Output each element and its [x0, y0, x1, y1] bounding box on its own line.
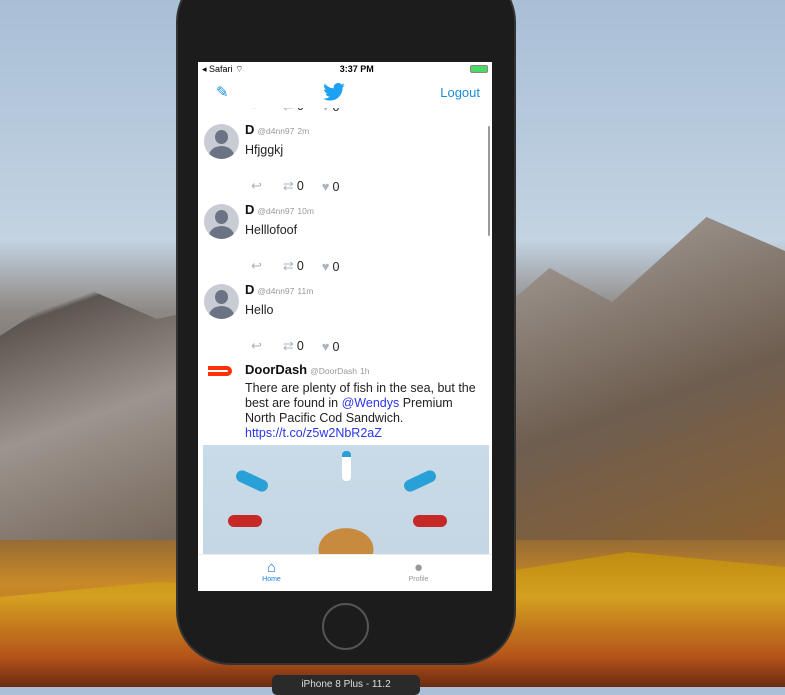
- tweet[interactable]: D @d4nn97 2m Hfjggkj ↩ ⇄ 0 ♥ 0: [198, 112, 492, 194]
- tweet-time: 1h: [360, 366, 370, 376]
- author-name: D: [245, 282, 255, 297]
- avatar[interactable]: [204, 124, 239, 159]
- url-link[interactable]: https://t.co/z5w2NbR2aZ: [245, 426, 382, 440]
- tweet-text: Hello: [245, 303, 274, 317]
- retweet-icon[interactable]: ⇄: [283, 178, 294, 193]
- profile-icon: ●: [413, 559, 424, 576]
- home-button[interactable]: [322, 603, 369, 650]
- tweet-doordash[interactable]: DoorDash @DoorDash 1h There are plenty of …: [198, 352, 492, 554]
- compose-icon[interactable]: ✎: [216, 83, 229, 101]
- tweet-text: There are plenty of fish in the sea, but…: [245, 381, 484, 441]
- retweet-count: 0: [296, 259, 304, 273]
- tab-bar: ⌂ Home ● Profile: [198, 554, 492, 591]
- tab-home[interactable]: ⌂ Home: [198, 555, 345, 591]
- scrollbar[interactable]: [488, 126, 490, 236]
- tweet-time: 10m: [297, 206, 314, 216]
- twitter-logo-icon: [323, 83, 346, 101]
- doordash-logo-icon: [208, 366, 232, 376]
- tab-label: Profile: [408, 576, 429, 583]
- retweet-count: 0: [296, 179, 304, 193]
- tab-profile[interactable]: ● Profile: [345, 555, 492, 591]
- tweet-text: Hfjggkj: [245, 143, 284, 157]
- author-handle: @d4nn97: [257, 126, 295, 136]
- logout-button[interactable]: Logout: [440, 85, 480, 100]
- retweet-icon[interactable]: ⇄: [283, 338, 294, 353]
- back-icon[interactable]: ◂: [202, 64, 209, 74]
- tweet-text: Helllofoof: [245, 223, 298, 237]
- author-handle: @DoorDash: [310, 366, 358, 376]
- author-name: D: [245, 122, 255, 137]
- tweet-time: 2m: [297, 126, 310, 136]
- retweet-count: 0: [296, 339, 304, 353]
- wifi-icon: ⌔: [235, 63, 244, 74]
- tweet[interactable]: D @d4nn97 11m Hello ↩ ⇄ 0 ♥ 0: [198, 272, 492, 354]
- tab-label: Home: [262, 576, 281, 583]
- mention-link[interactable]: @Wendys: [342, 396, 400, 410]
- avatar[interactable]: [204, 204, 239, 239]
- tweet-image[interactable]: [203, 445, 489, 554]
- avatar[interactable]: [204, 284, 239, 319]
- simulator-label: iPhone 8 Plus - 11.2: [272, 675, 420, 695]
- retweet-icon[interactable]: ⇄: [283, 258, 294, 273]
- author-name: D: [245, 202, 255, 217]
- nav-bar: ✎ Logout: [198, 76, 492, 108]
- battery-icon: [469, 65, 488, 73]
- tweet[interactable]: D @d4nn97 10m Helllofoof ↩ ⇄ 0 ♥ 0: [198, 192, 492, 274]
- app-screen: ◂ Safari ⌔ 3:37 PM ✎ Logout ↩ ⇄0 ♥0 D@d4…: [198, 62, 492, 591]
- tweet-time: 11m: [297, 286, 314, 296]
- author-name: DoorDash: [245, 362, 308, 377]
- author-handle: @d4nn97: [257, 206, 295, 216]
- carrier: Safari: [209, 63, 233, 74]
- timeline[interactable]: ↩ ⇄0 ♥0 D@d4nn972m Hfjggkj ↩ ⇄0 ♥0 D@d4n…: [198, 108, 492, 554]
- author-handle: @d4nn97: [257, 286, 295, 296]
- home-icon: ⌂: [266, 559, 277, 576]
- status-bar: ◂ Safari ⌔ 3:37 PM: [198, 62, 492, 76]
- clock: 3:37 PM: [339, 64, 374, 74]
